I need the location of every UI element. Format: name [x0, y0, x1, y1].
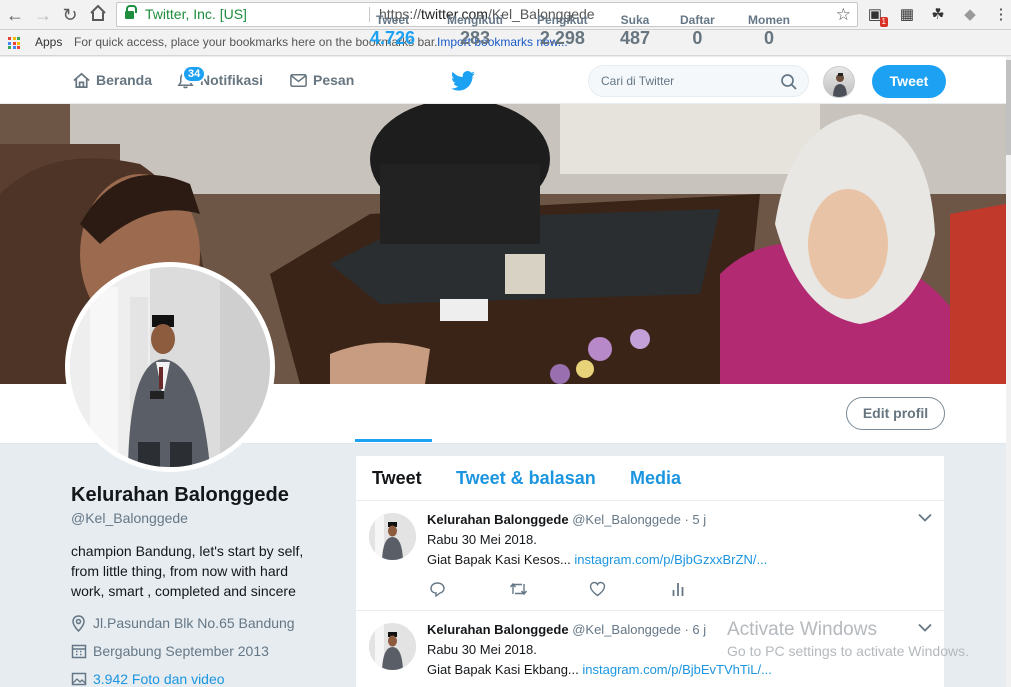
tweet-item[interactable]: Kelurahan Balonggede @Kel_Balonggede · 5… — [356, 501, 944, 611]
home-icon[interactable] — [87, 4, 109, 26]
tab-tweets-replies[interactable]: Tweet & balasan — [456, 468, 596, 489]
timeline-tabs: Tweet Tweet & balasan Media — [356, 456, 944, 501]
stat-tweets[interactable]: Tweet 4.726 — [370, 12, 415, 48]
back-arrow-icon[interactable]: ← — [4, 4, 26, 26]
media-count-text: 3.942 Foto dan video — [93, 671, 225, 687]
tweet-author-handle[interactable]: @Kel_Balonggede — [572, 512, 681, 527]
activate-windows-title: Activate Windows — [727, 619, 877, 640]
edit-profile-button[interactable]: Edit profil — [846, 397, 945, 430]
nav-home[interactable]: Beranda — [72, 57, 152, 104]
stat-moments[interactable]: Momen 0 — [748, 12, 790, 48]
stat-lists[interactable]: Daftar 0 — [680, 12, 715, 48]
nav-messages[interactable]: Pesan — [289, 57, 354, 104]
apps-label[interactable]: Apps — [35, 30, 62, 55]
browser-toolbar: ← → ↻ Twitter, Inc. [US] https://twitter… — [0, 0, 1011, 30]
tweet-avatar[interactable] — [369, 513, 416, 560]
extension-icon[interactable]: ◆ — [961, 6, 979, 24]
search-box[interactable] — [588, 65, 809, 97]
search-input[interactable] — [601, 72, 771, 90]
heart-icon[interactable] — [589, 581, 606, 597]
tweet-time[interactable]: · 6 j — [684, 622, 706, 637]
forward-arrow-icon[interactable]: → — [32, 4, 54, 26]
stat-value: 4.726 — [370, 28, 416, 48]
compose-tweet-button[interactable]: Tweet — [872, 65, 946, 98]
tweet-link[interactable]: instagram.com/p/BjbGzxxBrZN/... — [574, 552, 767, 567]
notifications-count-badge: 34 — [182, 65, 207, 83]
stat-label: Pengikut — [537, 13, 588, 27]
tweet-text-line: Giat Bapak Kasi Kesos... instagram.com/p… — [427, 552, 767, 567]
profile-bio: champion Bandung, let's start by self, f… — [71, 541, 316, 601]
stat-label: Tweet — [375, 13, 410, 27]
extension-icon[interactable]: ☘ — [929, 6, 947, 24]
twitter-bird-icon[interactable] — [451, 71, 475, 91]
profile-name[interactable]: Kelurahan Balonggede — [71, 484, 289, 507]
extension-icon[interactable]: ▦ — [898, 6, 916, 24]
location-text: Jl.Pasundan Blk No.65 Bandung — [93, 615, 295, 631]
lock-icon — [125, 5, 137, 20]
joined-text: Bergabung September 2013 — [93, 643, 269, 659]
tweet-author-handle[interactable]: @Kel_Balonggede — [572, 622, 681, 637]
chevron-down-icon[interactable] — [918, 513, 932, 522]
tweet-author-name[interactable]: Kelurahan Balonggede — [427, 512, 569, 527]
stat-followers[interactable]: Pengikut 2.298 — [537, 12, 588, 48]
tweet-link[interactable]: instagram.com/p/BjbEvTVhTiL/... — [582, 662, 772, 677]
location-pin-icon — [72, 615, 85, 632]
tweet-header: Kelurahan Balonggede @Kel_Balonggede · 6… — [427, 622, 706, 637]
apps-icon[interactable] — [8, 37, 20, 49]
envelope-icon — [290, 74, 307, 87]
bookmarks-bar: Apps For quick access, place your bookma… — [0, 30, 1011, 56]
stat-label: Suka — [620, 13, 650, 27]
tweet-text-line: Giat Bapak Kasi Ekbang... instagram.com/… — [427, 662, 772, 677]
tweet-time[interactable]: · 5 j — [684, 512, 706, 527]
stat-following[interactable]: Mengikuti 283 — [447, 12, 503, 48]
bio-line: from little thing, from now with hard — [71, 563, 289, 579]
scrollbar-thumb[interactable] — [1006, 60, 1011, 155]
chevron-down-icon[interactable] — [918, 623, 932, 632]
stat-value: 0 — [692, 28, 703, 48]
bookmark-star-icon[interactable]: ☆ — [836, 3, 851, 26]
stat-likes[interactable]: Suka 487 — [620, 12, 650, 48]
account-avatar[interactable] — [823, 66, 855, 98]
tweet-text: Giat Bapak Kasi Ekbang... — [427, 662, 583, 677]
tab-media[interactable]: Media — [630, 468, 681, 489]
bio-line: work, smart , completed and sincere — [71, 583, 296, 599]
stat-value: 0 — [763, 28, 774, 48]
nav-messages-label: Pesan — [313, 72, 355, 88]
reply-icon[interactable] — [429, 581, 446, 597]
twitter-top-nav: Beranda Notifikasi 34 Pesan Tweet — [0, 57, 1006, 104]
profile-avatar[interactable] — [65, 262, 275, 472]
tweet-text: Giat Bapak Kasi Kesos... — [427, 552, 575, 567]
extension-icon[interactable]: ▣ 1 — [866, 6, 888, 27]
tweet-header: Kelurahan Balonggede @Kel_Balonggede · 5… — [427, 512, 706, 527]
extension-badge: 1 — [879, 17, 888, 27]
bio-line: champion Bandung, let's start by self, — [71, 543, 304, 559]
retweet-icon[interactable] — [509, 581, 528, 597]
nav-home-label: Beranda — [96, 72, 153, 88]
tweet-avatar[interactable] — [369, 623, 416, 670]
profile-handle[interactable]: @Kel_Balonggede — [71, 510, 188, 526]
activate-windows-subtitle: Go to PC settings to activate Windows. — [727, 643, 969, 659]
tab-tweets[interactable]: Tweet — [372, 468, 422, 489]
stat-value: 283 — [459, 28, 491, 48]
stat-label: Momen — [748, 13, 790, 27]
tweet-text-line: Rabu 30 Mei 2018. — [427, 532, 537, 547]
stat-value: 487 — [620, 28, 651, 48]
menu-dots-icon[interactable]: ⋮ — [992, 6, 1010, 24]
secure-org-label: Twitter, Inc. [US] — [145, 6, 247, 22]
active-stat-underline — [355, 439, 432, 442]
image-icon — [71, 672, 87, 686]
tweet-text-line: Rabu 30 Mei 2018. — [427, 642, 537, 657]
calendar-icon — [71, 644, 87, 659]
reload-icon[interactable]: ↻ — [59, 4, 81, 26]
nav-notifications-label: Notifikasi — [200, 72, 264, 88]
stat-label: Mengikuti — [447, 13, 503, 27]
stat-value: 2.298 — [539, 28, 585, 48]
analytics-icon[interactable] — [671, 581, 685, 597]
tweet-author-name[interactable]: Kelurahan Balonggede — [427, 622, 569, 637]
home-icon — [73, 72, 90, 89]
search-icon[interactable] — [780, 73, 798, 91]
stat-label: Daftar — [680, 13, 715, 27]
